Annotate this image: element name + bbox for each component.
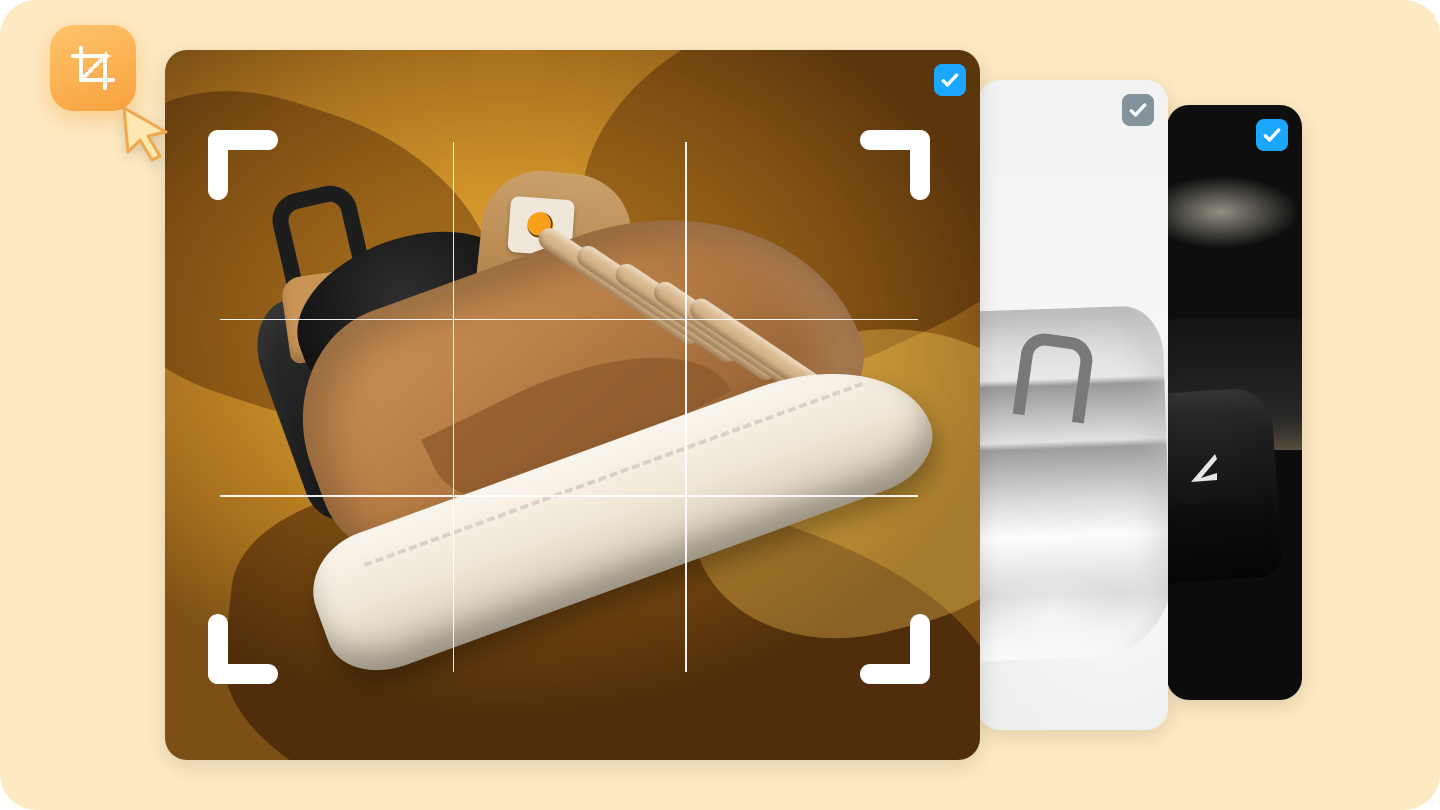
- image-card-2[interactable]: [978, 80, 1168, 730]
- check-icon: [1262, 125, 1282, 145]
- crop-sparkle-icon: [67, 42, 119, 94]
- check-icon: [940, 70, 960, 90]
- crop-grid-line: [220, 319, 918, 321]
- crop-grid-line: [220, 495, 918, 497]
- crop-handle-br[interactable]: [860, 614, 930, 684]
- brand-logo-icon: [1187, 450, 1221, 490]
- check-icon: [1128, 100, 1148, 120]
- pointer-cursor-icon: [116, 102, 180, 166]
- crop-handle-bl[interactable]: [208, 614, 278, 684]
- crop-handle-tl[interactable]: [208, 130, 278, 200]
- image-card-3[interactable]: [1167, 105, 1302, 700]
- shoe-pull-tab: [1013, 330, 1096, 423]
- crop-grid-line: [685, 142, 687, 672]
- crop-handle-tr[interactable]: [860, 130, 930, 200]
- selection-checkbox[interactable]: [1122, 94, 1154, 126]
- crop-grid-line: [453, 142, 455, 672]
- selection-checkbox[interactable]: [934, 64, 966, 96]
- editor-canvas: [0, 0, 1440, 810]
- crop-frame[interactable]: [220, 142, 918, 672]
- smart-crop-tool-button[interactable]: [50, 25, 136, 111]
- selection-checkbox[interactable]: [1256, 119, 1288, 151]
